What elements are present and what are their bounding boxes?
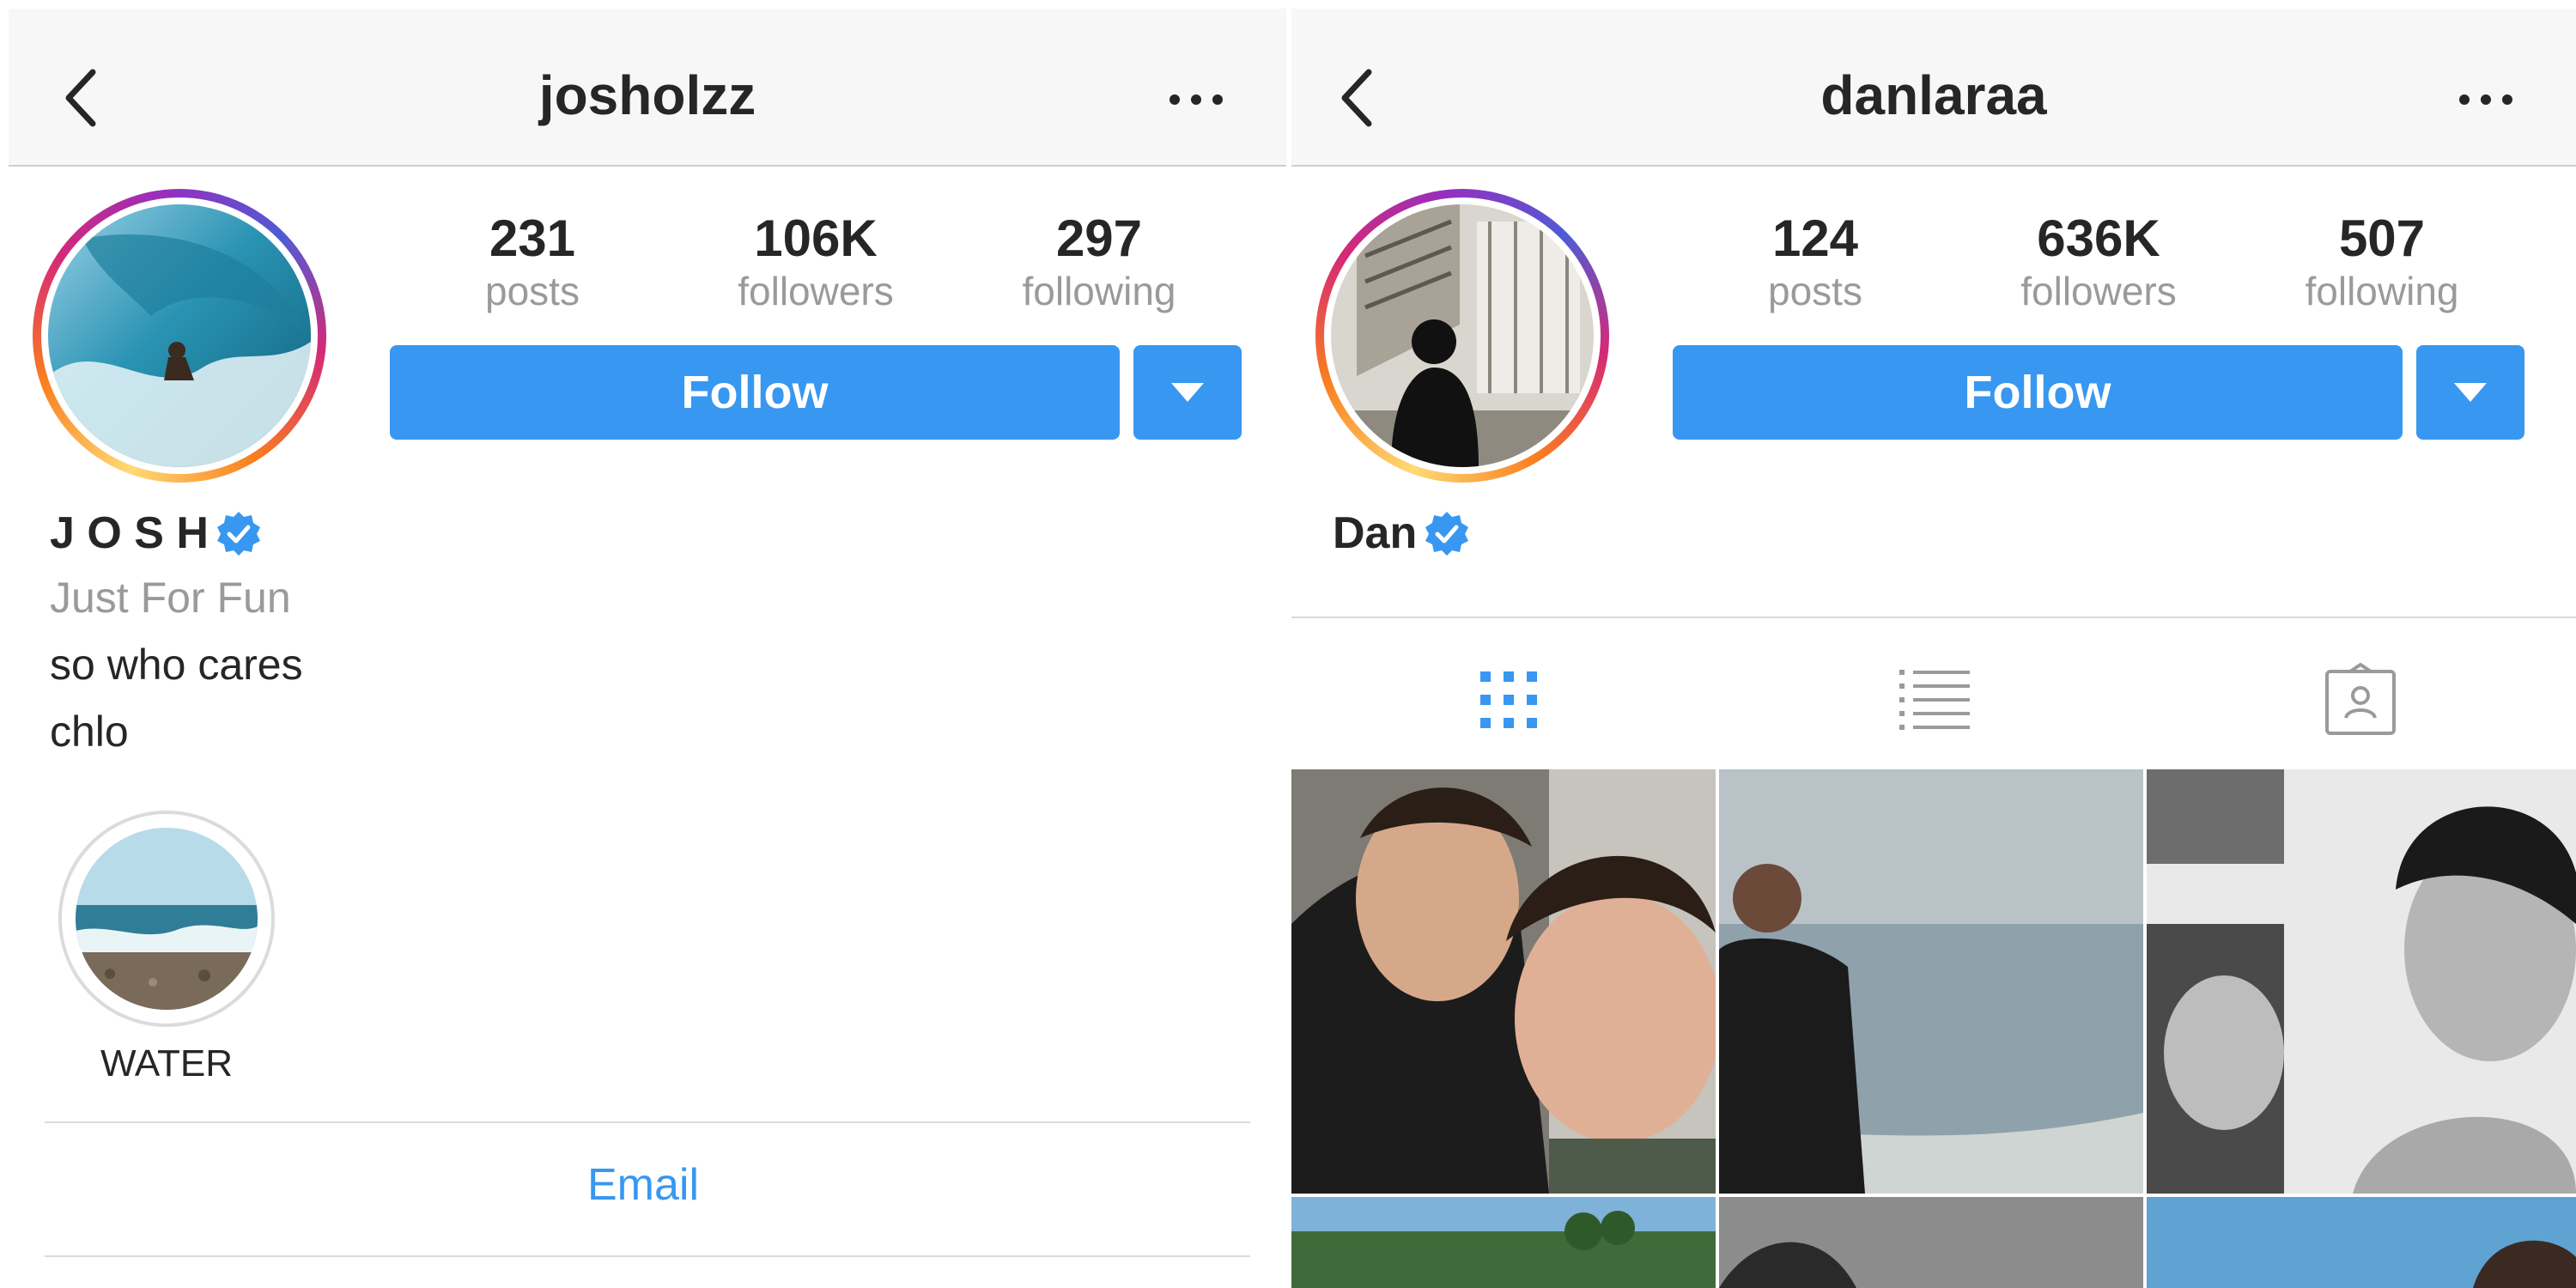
profile-panel-left: josholzz 231 posts 106K followers 297 fo… — [0, 0, 1286, 1288]
stat-following-count: 297 — [1055, 210, 1143, 267]
suggestions-dropdown-button[interactable] — [2416, 345, 2524, 440]
tagged-icon[interactable] — [2322, 661, 2399, 738]
verified-badge-icon — [216, 512, 260, 556]
stat-posts-count: 231 — [489, 210, 576, 267]
stat-following[interactable]: 297 following — [996, 210, 1202, 314]
profile-bio-line: so who cares — [50, 641, 303, 689]
stat-followers-count: 636K — [2037, 210, 2160, 267]
more-options-icon[interactable] — [1166, 91, 1226, 108]
stat-posts-label: posts — [485, 269, 580, 313]
stat-following-label: following — [1022, 269, 1176, 313]
stat-posts[interactable]: 124 posts — [1712, 210, 1918, 314]
stat-followers-count: 106K — [754, 210, 878, 267]
stat-posts-label: posts — [1768, 269, 1862, 313]
story-highlight[interactable] — [58, 811, 275, 1027]
follow-button[interactable]: Follow — [1673, 345, 2403, 440]
post-thumbnail[interactable] — [1719, 769, 2143, 1194]
profile-category: Just For Fun — [50, 574, 291, 622]
profile-display-name: J O S H — [50, 508, 209, 558]
follow-button[interactable]: Follow — [390, 345, 1120, 440]
profile-username-title: josholzz — [538, 64, 756, 126]
profile-panel-right: danlaraa 124 posts 636K followers 507 fo… — [1291, 0, 2576, 1288]
post-thumbnail[interactable] — [2147, 1197, 2576, 1288]
post-thumbnail[interactable] — [1291, 769, 1716, 1194]
divider — [1291, 617, 2576, 618]
stat-followers-label: followers — [738, 269, 894, 313]
post-thumbnail[interactable] — [2147, 769, 2576, 1194]
email-button[interactable]: Email — [0, 1159, 1286, 1211]
profile-avatar[interactable] — [33, 189, 326, 483]
stat-following[interactable]: 507 following — [2279, 210, 2485, 314]
stat-following-count: 507 — [2338, 210, 2426, 267]
profile-username-title: danlaraa — [1820, 64, 2047, 126]
divider — [45, 1121, 1250, 1123]
profile-avatar[interactable] — [1315, 189, 1609, 483]
profile-bio-line: chlo — [50, 708, 129, 756]
grid-icon[interactable] — [1470, 661, 1547, 738]
post-thumbnail[interactable] — [1291, 1197, 1716, 1288]
list-icon[interactable] — [1896, 661, 1973, 738]
suggestions-dropdown-button[interactable] — [1133, 345, 1242, 440]
stat-posts[interactable]: 231 posts — [429, 210, 635, 314]
stat-followers[interactable]: 636K followers — [1996, 210, 2202, 314]
top-navigation-bar: danlaraa — [1291, 9, 2576, 167]
stat-followers-label: followers — [2020, 269, 2177, 313]
post-thumbnail[interactable] — [1719, 1197, 2143, 1288]
stat-followers[interactable]: 106K followers — [713, 210, 919, 314]
story-highlight-label: WATER — [100, 1042, 233, 1084]
more-options-icon[interactable] — [2456, 91, 2516, 108]
stat-following-label: following — [2305, 269, 2459, 313]
profile-name-row: J O S H — [50, 505, 262, 562]
profile-name-row: Dan — [1333, 505, 1470, 562]
divider — [45, 1255, 1250, 1257]
stat-posts-count: 124 — [1771, 210, 1859, 267]
verified-badge-icon — [1425, 512, 1469, 556]
top-navigation-bar: josholzz — [9, 9, 1286, 167]
chevron-down-icon — [2454, 383, 2487, 402]
chevron-down-icon — [1171, 383, 1204, 402]
profile-display-name: Dan — [1333, 508, 1418, 558]
